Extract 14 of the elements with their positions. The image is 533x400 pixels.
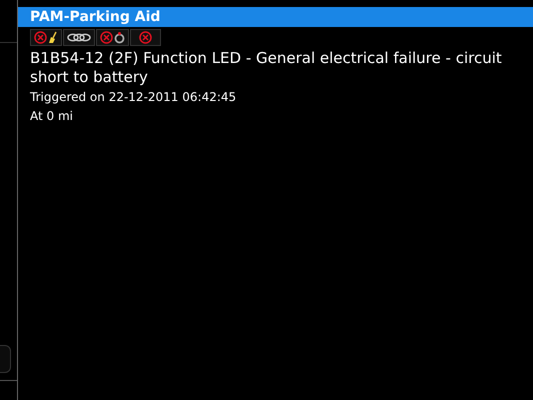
ring-icon (114, 31, 125, 44)
error-icon (139, 31, 152, 44)
triggered-time: Triggered on 22-12-2011 06:42:45 (30, 89, 238, 106)
fault-module-title: PAM-Parking Aid (18, 7, 533, 27)
delete-button[interactable] (130, 29, 161, 46)
broom-icon (48, 31, 58, 44)
mileage: At 0 mi (30, 108, 74, 125)
reset-button[interactable] (96, 29, 129, 46)
error-icon (34, 31, 47, 44)
fault-description: B1B54-12 (2F) Function LED - General electrical failure - circuit short to battery (30, 49, 503, 87)
error-icon (100, 31, 113, 44)
chain-icon (67, 33, 91, 42)
link-button[interactable] (63, 29, 95, 46)
clear-button[interactable] (30, 29, 62, 46)
